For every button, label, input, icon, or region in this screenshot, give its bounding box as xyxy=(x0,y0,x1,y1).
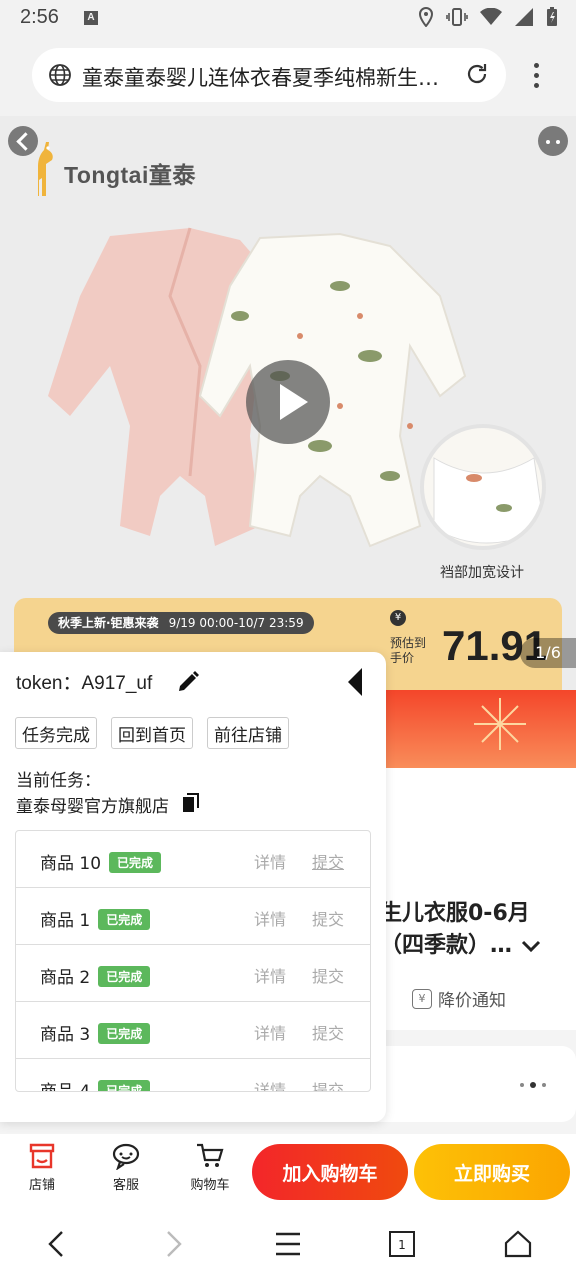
carousel-dots xyxy=(520,1082,546,1088)
submit-link[interactable]: 提交 xyxy=(312,1077,344,1091)
details-link[interactable]: 详情 xyxy=(254,849,286,873)
token-value: A917_uf xyxy=(81,673,153,694)
task-item-name: 商品 3 xyxy=(40,1025,91,1045)
cart-icon xyxy=(197,1143,224,1167)
home-icon[interactable] xyxy=(504,1230,532,1258)
status-badge: 已完成 xyxy=(98,966,151,987)
task-panel: token：A917_uf 任务完成 回到首页 前往店铺 当前任务： 童泰母婴官… xyxy=(0,652,386,1122)
details-link[interactable]: 详情 xyxy=(254,1077,286,1091)
globe-icon xyxy=(49,64,71,86)
details-link[interactable]: 详情 xyxy=(254,963,286,987)
price-notify-label: 降价通知 xyxy=(438,991,506,1011)
task-item-name: 商品 10 xyxy=(40,854,102,874)
task-actions: 任务完成 回到首页 前往店铺 xyxy=(15,717,289,749)
screen: 2:56 A 童泰童泰婴儿连体衣春夏季纯棉新生儿衣服0-6月 Tongtai童泰 xyxy=(0,0,576,1280)
edit-icon[interactable] xyxy=(176,670,200,694)
cart-tab[interactable]: 购物车 xyxy=(180,1142,240,1193)
buy-now-button[interactable]: 立即购买 xyxy=(414,1144,570,1200)
browser-toolbar: 童泰童泰婴儿连体衣春夏季纯棉新生儿衣服0-6月 xyxy=(0,36,576,116)
page-title[interactable]: 童泰童泰婴儿连体衣春夏季纯棉新生儿衣服0-6月 xyxy=(82,62,452,92)
battery-icon xyxy=(547,7,557,26)
collapse-panel-icon[interactable] xyxy=(348,668,362,696)
status-bar: 2:56 A xyxy=(0,0,576,36)
price-notify-icon: ¥ xyxy=(412,988,432,1009)
chevron-down-icon[interactable] xyxy=(520,938,542,954)
task-row: 商品 4 已完成 详情 提交 xyxy=(16,1059,370,1092)
location-icon xyxy=(418,7,434,27)
estimate-label: 预估到手价 xyxy=(390,636,427,665)
submit-link[interactable]: 提交 xyxy=(312,963,344,987)
copy-icon[interactable] xyxy=(182,793,200,813)
add-to-cart-button[interactable]: 加入购物车 xyxy=(252,1144,408,1200)
submit-link[interactable]: 提交 xyxy=(312,849,344,873)
token-display: token：A917_uf xyxy=(16,668,152,695)
task-row: 商品 3 已完成 详情 提交 xyxy=(16,1002,370,1059)
store-label: 店铺 xyxy=(28,1178,55,1193)
status-badge: 已完成 xyxy=(109,852,162,873)
service-icon xyxy=(112,1143,140,1170)
play-video-icon[interactable] xyxy=(246,360,330,444)
image-pager: 1/6 xyxy=(520,638,576,668)
brand-name: Tongtai童泰 xyxy=(64,162,196,188)
wifi-icon xyxy=(480,8,502,25)
back-icon[interactable] xyxy=(44,1230,68,1258)
yen-icon: ¥ xyxy=(390,610,406,626)
firework-icon xyxy=(474,698,526,750)
task-complete-button[interactable]: 任务完成 xyxy=(15,717,97,749)
service-tab[interactable]: 客服 xyxy=(96,1142,156,1193)
reload-icon[interactable] xyxy=(464,61,490,87)
tabs-icon[interactable]: 1 xyxy=(388,1230,416,1258)
back-arrow-icon[interactable] xyxy=(8,126,38,156)
browser-menu-icon[interactable] xyxy=(526,60,546,92)
details-link[interactable]: 详情 xyxy=(254,1020,286,1044)
current-task-label: 当前任务： xyxy=(16,771,101,791)
product-title[interactable]: 生儿衣服0-6月 （四季款）… xyxy=(380,898,530,962)
more-options-icon[interactable] xyxy=(538,126,568,156)
task-item-name: 商品 2 xyxy=(40,968,91,988)
bottom-action-bar: 店铺 客服 购物车 加入购物车 立即购买 xyxy=(0,1134,576,1208)
current-task-name: 童泰母婴官方旗舰店 xyxy=(16,797,169,817)
task-row: 商品 1 已完成 详情 提交 xyxy=(16,888,370,945)
task-item-name: 商品 1 xyxy=(40,911,91,931)
promo-tag: 秋季上新·钜惠来袭 9/19 00:00-10/7 23:59 xyxy=(48,612,314,634)
menu-icon[interactable] xyxy=(274,1230,302,1258)
details-link[interactable]: 详情 xyxy=(254,906,286,930)
submit-link[interactable]: 提交 xyxy=(312,906,344,930)
service-label: 客服 xyxy=(112,1178,139,1193)
detail-caption: 裆部加宽设计 xyxy=(440,565,524,581)
system-nav-bar: 1 xyxy=(0,1208,576,1280)
vibrate-icon xyxy=(446,8,468,26)
status-badge: 已完成 xyxy=(98,1023,151,1044)
store-tab[interactable]: 店铺 xyxy=(12,1142,72,1193)
task-row: 商品 10 已完成 详情 提交 xyxy=(16,831,370,888)
submit-link[interactable]: 提交 xyxy=(312,1020,344,1044)
back-home-button[interactable]: 回到首页 xyxy=(111,717,193,749)
cart-label: 购物车 xyxy=(190,1178,230,1193)
status-time: 2:56 xyxy=(20,6,59,28)
token-label: token： xyxy=(16,673,82,694)
status-badge: 已完成 xyxy=(98,1080,151,1091)
signal-icon xyxy=(515,8,533,26)
price-drop-notify[interactable]: ¥ 降价通知 xyxy=(412,986,506,1011)
forward-icon[interactable] xyxy=(162,1230,186,1258)
notification-a-icon: A xyxy=(84,11,98,25)
task-item-name: 商品 4 xyxy=(40,1082,91,1092)
product-gallery[interactable]: Tongtai童泰 裆部加宽设计 秋季上新·钜惠来袭 9/19 00:00-10/… xyxy=(0,116,576,690)
svg-text:1: 1 xyxy=(398,1238,406,1252)
go-store-button[interactable]: 前往店铺 xyxy=(207,717,289,749)
detail-closeup-image xyxy=(420,424,546,550)
task-list[interactable]: 商品 10 已完成 详情 提交 商品 1 已完成 详情 提交 商品 2 已完成 详情 … xyxy=(15,830,371,1092)
store-icon xyxy=(29,1143,55,1169)
task-row: 商品 2 已完成 详情 提交 xyxy=(16,945,370,1002)
address-bar[interactable]: 童泰童泰婴儿连体衣春夏季纯棉新生儿衣服0-6月 xyxy=(32,48,506,102)
status-badge: 已完成 xyxy=(98,909,151,930)
